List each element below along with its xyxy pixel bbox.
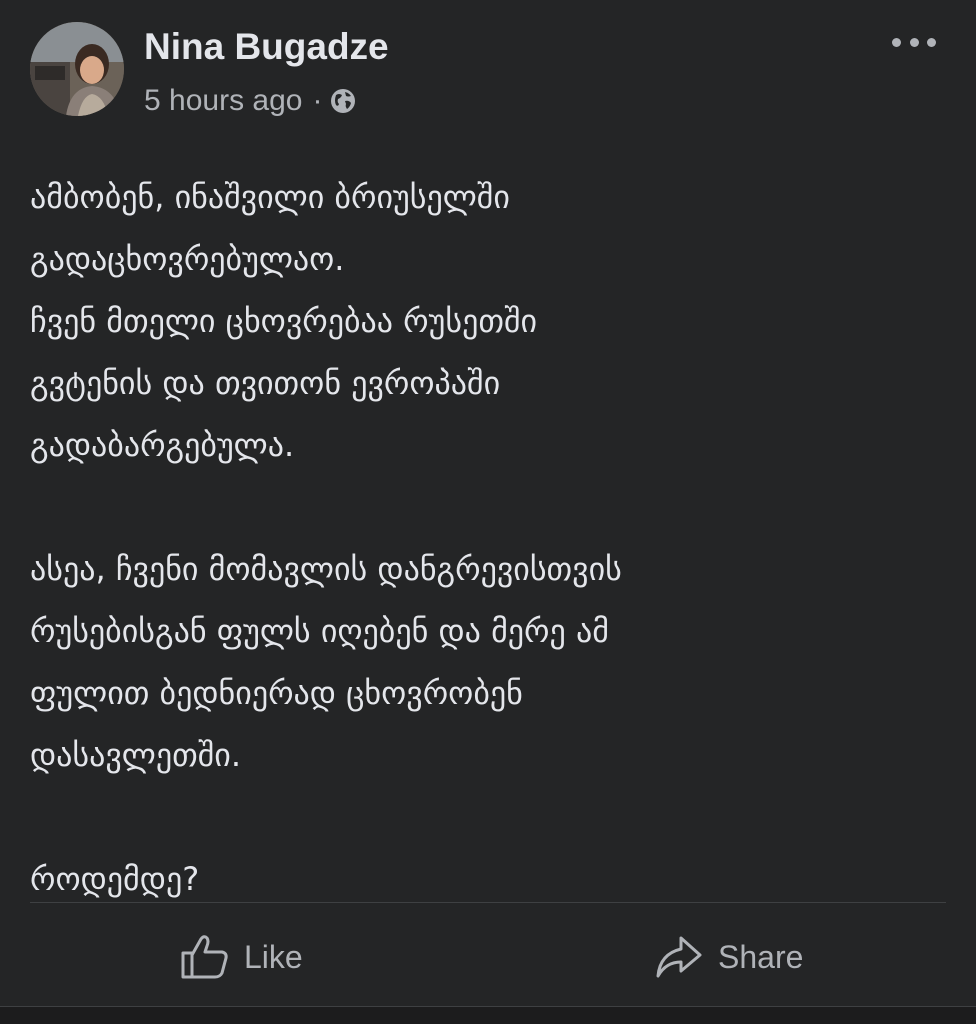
post-body: ამბობენ, ინაშვილი ბრიუსელში გადაცხოვრებუ… [30,166,945,910]
post-line: დასავლეთში. [30,736,242,774]
post-line: ჩვენ მთელი ცხოვრებაა რუსეთში [30,302,538,340]
meta-separator: · [312,84,323,117]
next-post-edge [0,1006,976,1024]
post-line: ამბობენ, ინაშვილი ბრიუსელში [30,178,510,216]
post-paragraph: ასეა, ჩვენი მომავლის დანგრევისთვის რუსებ… [30,538,945,786]
facebook-post: Nina Bugadze 5 hours ago · ამბობენ, ინაშ… [0,0,976,1024]
more-options-icon[interactable] [892,30,936,54]
share-button[interactable]: Share [654,922,803,992]
post-line: გადაბარგებულა. [30,426,295,464]
post-line: როდემდე? [30,860,200,898]
globe-icon [330,88,356,114]
post-paragraph: ამბობენ, ინაშვილი ბრიუსელში გადაცხოვრებუ… [30,166,945,476]
more-dot [927,37,936,47]
post-line: ასეა, ჩვენი მომავლის დანგრევისთვის [30,550,622,588]
post-line: გადაცხოვრებულაო. [30,240,345,278]
post-line: ფულით ბედნიერად ცხოვრობენ [30,674,523,712]
share-label: Share [718,938,804,975]
thumbs-up-icon [181,935,228,979]
post-paragraph: როდემდე? [30,848,945,910]
avatar[interactable] [30,22,124,116]
post-meta: 5 hours ago · [144,84,356,118]
share-arrow-icon [656,936,702,978]
post-header: Nina Bugadze 5 hours ago · [30,22,950,122]
like-button[interactable]: Like [180,922,303,992]
post-line: რუსებისგან ფულს იღებენ და მერე ამ [30,612,609,650]
actions-divider [30,902,946,903]
post-line: გვტენის და თვითონ ევროპაში [30,364,501,402]
more-dot [909,37,919,47]
post-timestamp[interactable]: 5 hours ago [144,84,302,118]
avatar-photo [30,22,124,116]
post-actions: Like Share [0,922,976,992]
author-name[interactable]: Nina Bugadze [144,26,389,68]
like-label: Like [244,938,303,975]
more-dot [892,37,901,47]
